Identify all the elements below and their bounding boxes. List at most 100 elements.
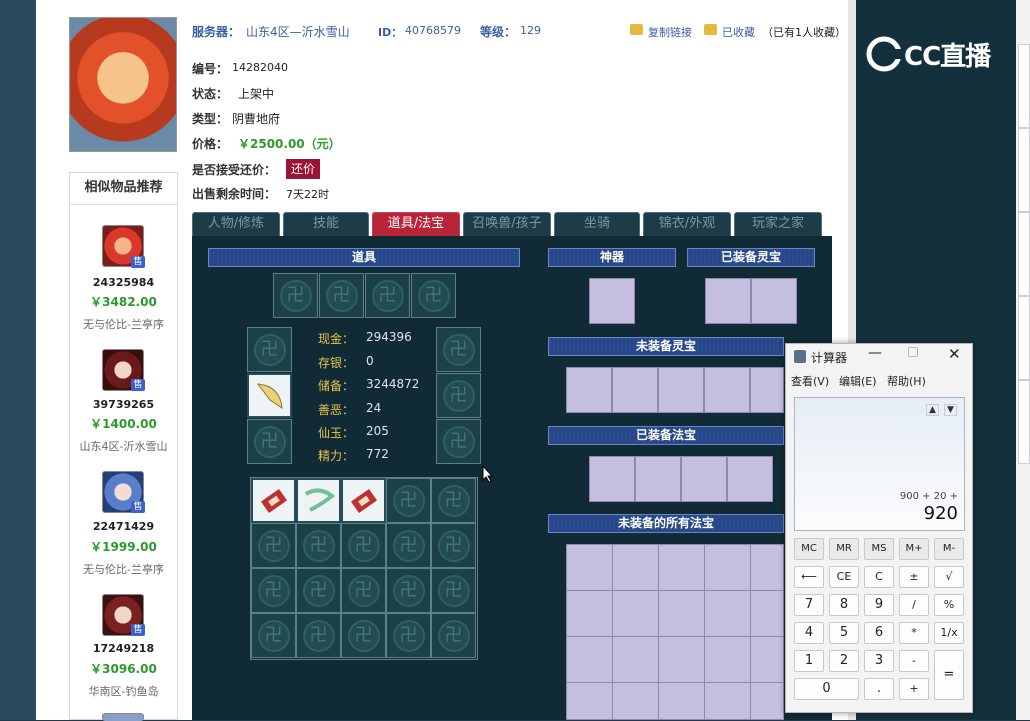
- treasure-slot[interactable]: [681, 456, 727, 502]
- inventory-slot[interactable]: 卍: [386, 478, 431, 523]
- recommend-item-server[interactable]: 无与伦比-兰亭序: [69, 316, 178, 332]
- digit-1-button[interactable]: 1: [794, 650, 824, 672]
- inventory-slot[interactable]: 卍: [296, 523, 341, 568]
- inventory-slot[interactable]: 卍: [251, 613, 296, 658]
- inventory-slot[interactable]: [341, 478, 386, 523]
- item-slot[interactable]: 卍: [411, 273, 456, 318]
- recommend-item-server[interactable]: 山东4区-沂水雪山: [69, 438, 178, 454]
- spirit-slot[interactable]: [750, 367, 784, 413]
- decimal-button[interactable]: .: [864, 678, 894, 700]
- artifact-slot[interactable]: [589, 278, 635, 324]
- inventory-slot[interactable]: 卍: [341, 568, 386, 613]
- all-treasure-grid[interactable]: [566, 544, 784, 720]
- spirit-slot[interactable]: [658, 367, 704, 413]
- side-tile[interactable]: [1018, 128, 1030, 212]
- ce-button[interactable]: CE: [829, 566, 859, 588]
- equip-slot[interactable]: 卍: [436, 373, 481, 418]
- item-slot[interactable]: 卍: [365, 273, 410, 318]
- digit-2-button[interactable]: 2: [829, 650, 859, 672]
- equip-slot[interactable]: 卍: [436, 419, 481, 464]
- treasure-slot[interactable]: [589, 456, 635, 502]
- copy-link[interactable]: 复制链接: [648, 24, 692, 40]
- inventory-slot[interactable]: 卍: [386, 523, 431, 568]
- inventory-slot[interactable]: [296, 478, 341, 523]
- digit-3-button[interactable]: 3: [864, 650, 894, 672]
- tab-outfits[interactable]: 锦衣/外观: [643, 212, 731, 236]
- sqrt-button[interactable]: √: [934, 566, 964, 588]
- treasure-slot[interactable]: [635, 456, 681, 502]
- clear-button[interactable]: C: [864, 566, 894, 588]
- side-tile[interactable]: [1018, 296, 1030, 380]
- digit-4-button[interactable]: 4: [794, 622, 824, 644]
- inventory-slot[interactable]: 卍: [251, 523, 296, 568]
- mc-button[interactable]: MC: [794, 538, 824, 560]
- scroll-down-icon[interactable]: ▼: [944, 404, 957, 416]
- inventory-slot[interactable]: 卍: [341, 523, 386, 568]
- treasure-slot[interactable]: [727, 456, 773, 502]
- reciprocal-button[interactable]: 1/x: [934, 622, 964, 644]
- spirit-slot[interactable]: [566, 367, 612, 413]
- menu-view[interactable]: 查看(V): [791, 373, 829, 389]
- equip-slot[interactable]: 卍: [436, 327, 481, 372]
- tab-pets[interactable]: 召唤兽/孩子: [463, 212, 551, 236]
- ms-button[interactable]: MS: [864, 538, 894, 560]
- equip-slot[interactable]: 卍: [247, 419, 292, 464]
- digit-8-button[interactable]: 8: [829, 594, 859, 616]
- scroll-up-icon[interactable]: ▲: [926, 404, 939, 416]
- divide-button[interactable]: /: [899, 594, 929, 616]
- negate-button[interactable]: ±: [899, 566, 929, 588]
- recommend-item-server[interactable]: 无与伦比-兰亭序: [69, 561, 178, 577]
- inventory-slot[interactable]: 卍: [296, 613, 341, 658]
- maximize-icon[interactable]: [908, 347, 918, 357]
- inventory-slot[interactable]: [251, 478, 296, 523]
- equip-slot[interactable]: 卍: [247, 327, 292, 372]
- menu-help[interactable]: 帮助(H): [887, 373, 926, 389]
- inventory-slot[interactable]: 卍: [386, 568, 431, 613]
- spirit-slot[interactable]: [704, 367, 750, 413]
- add-button[interactable]: +: [899, 678, 929, 700]
- item-slot[interactable]: 卍: [273, 273, 318, 318]
- backspace-button[interactable]: ⟵: [794, 566, 824, 588]
- side-tile[interactable]: [1018, 44, 1030, 128]
- inventory-slot[interactable]: 卍: [431, 478, 476, 523]
- digit-5-button[interactable]: 5: [829, 622, 859, 644]
- inventory-slot[interactable]: 卍: [251, 568, 296, 613]
- equip-slot-weapon[interactable]: [247, 373, 292, 418]
- inventory-slot[interactable]: 卍: [431, 568, 476, 613]
- tab-mounts[interactable]: 坐骑: [554, 212, 640, 236]
- m-minus-button[interactable]: M-: [934, 538, 964, 560]
- inventory-slot[interactable]: 卍: [386, 613, 431, 658]
- minimize-icon[interactable]: —: [868, 345, 882, 361]
- equipped-spirit-slot[interactable]: [705, 278, 751, 324]
- stat-value: 294396: [366, 330, 412, 344]
- divider: [70, 204, 177, 205]
- digit-9-button[interactable]: 9: [864, 594, 894, 616]
- inventory-slot[interactable]: 卍: [431, 523, 476, 568]
- tab-character[interactable]: 人物/修炼: [192, 212, 280, 236]
- tab-items[interactable]: 道具/法宝: [372, 212, 460, 236]
- inventory-slot[interactable]: 卍: [341, 613, 386, 658]
- equals-button[interactable]: =: [934, 650, 964, 700]
- m-plus-button[interactable]: M+: [899, 538, 929, 560]
- percent-button[interactable]: %: [934, 594, 964, 616]
- side-tile[interactable]: [1018, 212, 1030, 296]
- recommend-item-server[interactable]: 华南区-钓鱼岛: [69, 683, 178, 699]
- multiply-button[interactable]: *: [899, 622, 929, 644]
- counter-offer-button[interactable]: 还价: [286, 159, 320, 179]
- inventory-slot[interactable]: 卍: [431, 613, 476, 658]
- inventory-slot[interactable]: 卍: [296, 568, 341, 613]
- item-slot[interactable]: 卍: [319, 273, 364, 318]
- side-tile[interactable]: [1018, 380, 1030, 464]
- tab-skills[interactable]: 技能: [283, 212, 369, 236]
- collected-link[interactable]: 已收藏: [722, 24, 755, 40]
- close-icon[interactable]: ✕: [948, 345, 961, 363]
- mr-button[interactable]: MR: [829, 538, 859, 560]
- spirit-slot[interactable]: [612, 367, 658, 413]
- tab-home[interactable]: 玩家之家: [734, 212, 822, 236]
- equipped-spirit-slot[interactable]: [751, 278, 797, 324]
- menu-edit[interactable]: 编辑(E): [839, 373, 877, 389]
- digit-7-button[interactable]: 7: [794, 594, 824, 616]
- subtract-button[interactable]: -: [899, 650, 929, 672]
- digit-6-button[interactable]: 6: [864, 622, 894, 644]
- digit-0-button[interactable]: 0: [794, 678, 859, 700]
